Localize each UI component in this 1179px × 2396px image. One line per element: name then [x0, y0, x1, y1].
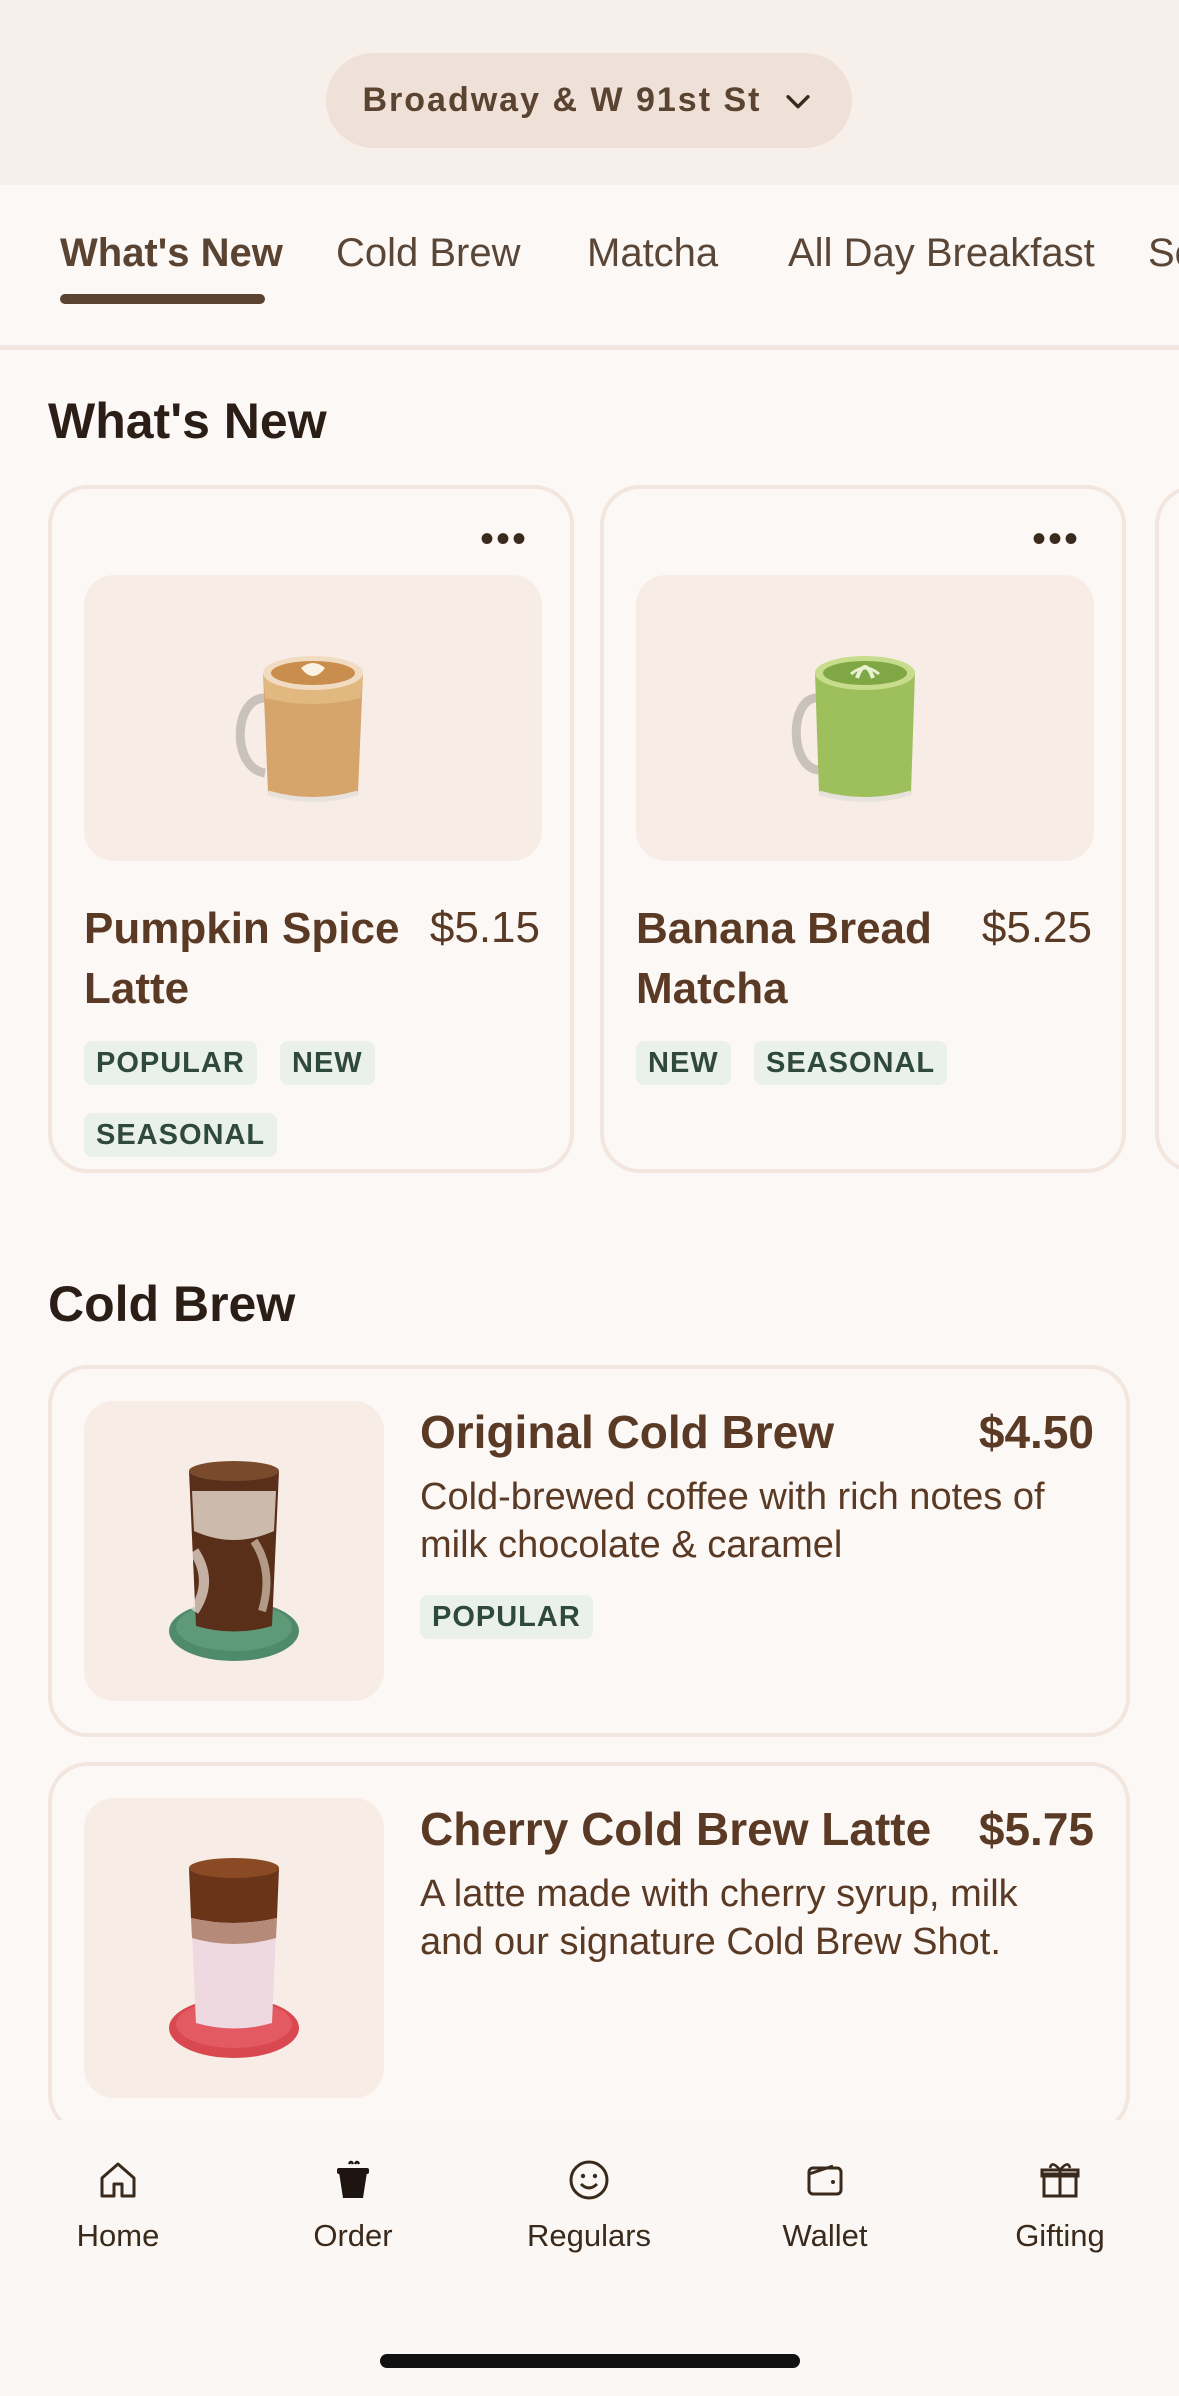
section-title-cold-brew: Cold Brew	[48, 1276, 296, 1332]
home-indicator	[380, 2354, 800, 2368]
iced-latte-cup-icon	[169, 1858, 299, 2058]
iced-coffee-cup-icon	[169, 1461, 299, 1661]
product-name: Pumpkin Spice Latte	[84, 904, 400, 1013]
product-card[interactable]: ••• Pumpkin Spice Latte $5.15 POPULAR NE…	[48, 485, 574, 1173]
tag-new: NEW	[280, 1041, 375, 1085]
category-tabs: What's New Cold Brew Matcha All Day Brea…	[0, 185, 1179, 350]
list-item[interactable]: Original Cold Brew $4.50 Cold-brewed cof…	[48, 1365, 1130, 1737]
nav-regulars[interactable]: Regulars	[499, 2156, 679, 2254]
tag-new: NEW	[636, 1041, 731, 1085]
chevron-down-icon	[786, 94, 811, 108]
location-selector[interactable]: Broadway & W 91st St	[326, 53, 852, 148]
matcha-mug-icon	[791, 656, 915, 802]
product-name: Original Cold Brew	[420, 1406, 835, 1458]
gift-icon	[1040, 2163, 1080, 2198]
active-tab-indicator	[60, 294, 265, 304]
latte-mug-icon	[235, 656, 363, 802]
tab-whats-new[interactable]: What's New	[60, 231, 283, 276]
top-header: Broadway & W 91st St	[0, 0, 1179, 185]
section-title-whats-new: What's New	[48, 393, 327, 449]
product-price: $4.50	[978, 1406, 1094, 1458]
product-description: A latte made with cherry syrup, milk and…	[420, 1873, 1018, 1963]
tag-popular: POPULAR	[420, 1595, 593, 1639]
product-price: $5.25	[981, 903, 1092, 952]
location-label: Broadway & W 91st St	[362, 81, 762, 119]
more-options-icon[interactable]: •••	[480, 519, 528, 559]
product-image	[84, 1798, 384, 2098]
tag-popular: POPULAR	[84, 1041, 257, 1085]
more-options-icon[interactable]: •••	[1032, 519, 1080, 559]
smiley-icon	[569, 2160, 609, 2200]
product-image	[636, 575, 1094, 861]
nav-order[interactable]: Order	[263, 2156, 443, 2254]
product-name: Banana Bread Matcha	[636, 904, 932, 1013]
list-item[interactable]: Cherry Cold Brew Latte $5.75 A latte mad…	[48, 1762, 1130, 2134]
tag-seasonal: SEASONAL	[84, 1113, 278, 1157]
tab-partial[interactable]: Se	[1148, 231, 1179, 276]
coffee-cup-icon	[337, 2160, 369, 2198]
tab-all-day-breakfast[interactable]: All Day Breakfast	[788, 231, 1095, 276]
product-price: $5.15	[429, 903, 540, 952]
home-icon	[100, 2162, 136, 2198]
product-card[interactable]: ••• Banana Bread Matcha $5.25 NEW SEASON…	[600, 485, 1126, 1173]
nav-home[interactable]: Home	[28, 2156, 208, 2254]
tab-matcha[interactable]: Matcha	[587, 231, 718, 276]
product-description: Cold-brewed coffee with rich notes of mi…	[420, 1476, 1045, 1566]
product-card-peek[interactable]	[1155, 485, 1179, 1173]
product-image	[84, 1401, 384, 1701]
nav-wallet[interactable]: Wallet	[735, 2156, 915, 2254]
tag-seasonal: SEASONAL	[754, 1041, 948, 1085]
product-price: $5.75	[978, 1803, 1094, 1855]
nav-gifting[interactable]: Gifting	[970, 2156, 1150, 2254]
product-name: Cherry Cold Brew Latte	[420, 1803, 932, 1855]
product-image	[84, 575, 542, 861]
wallet-icon	[807, 2164, 843, 2196]
tab-cold-brew[interactable]: Cold Brew	[336, 231, 521, 276]
